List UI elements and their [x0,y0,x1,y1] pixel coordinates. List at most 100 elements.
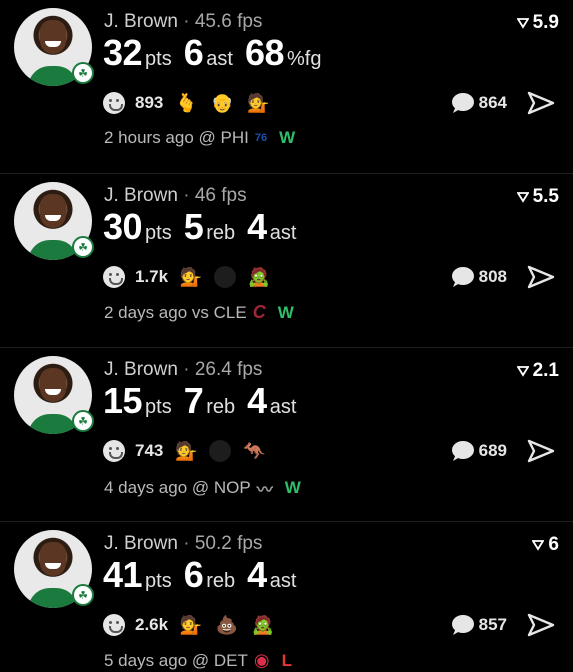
stat-points: 15 pts [103,380,172,422]
team-badge-icon: ☘ [72,410,94,432]
send-icon[interactable] [527,264,555,290]
reaction-bar: 1.7k 💁 🧟 [103,266,272,288]
player-name[interactable]: J. Brown [104,185,178,206]
comment-count[interactable]: 808 [479,267,507,287]
comment-bubble-icon[interactable] [449,614,475,636]
stat-value: 32 [103,32,143,73]
rating-value: 2.1 [532,360,559,381]
comment-group[interactable]: 864 [449,90,555,116]
stat-unit: ast [269,222,297,244]
reaction-bar: 743 💁 🦘 [103,440,267,462]
reaction-emoji[interactable]: 🧟 [246,266,272,288]
reaction-emoji[interactable]: 🦘 [241,440,267,462]
reaction-emoji[interactable]: 💁 [178,266,204,288]
stat-value: 30 [103,206,143,247]
comment-count[interactable]: 857 [479,615,507,635]
comment-count[interactable]: 864 [479,93,507,113]
stat-value: 68 [244,32,285,73]
stat-points: 30 pts [103,206,172,248]
reaction-emoji[interactable]: 🫰 [173,92,199,114]
post-card[interactable]: ☘ J. Brown · 46 fps 5.5 30 pts 5 reb 4 ast … [0,174,573,348]
post-card[interactable]: ☘ J. Brown · 45.6 fps 5.9 32 pts 6 ast 68%… [0,0,573,174]
comment-count[interactable]: 689 [479,441,507,461]
smiley-icon[interactable] [103,266,125,288]
rating-value: 6 [548,534,559,555]
player-name[interactable]: J. Brown [104,11,178,32]
reaction-placeholder-icon[interactable] [209,440,232,462]
reaction-emoji[interactable]: 💁 [173,440,199,462]
stat-unit: ast [269,396,297,418]
player-name[interactable]: J. Brown [104,359,178,380]
post-card[interactable]: ☘ J. Brown · 26.4 fps 2.1 15 pts 7 reb 4 as… [0,348,573,522]
stat-fg: 68 %fg [245,32,322,74]
stat-line: 15 pts 7 reb 4 ast [103,380,296,422]
rating-score: 6 [532,534,559,556]
stat-unit: reb [206,396,236,418]
stat-points: 32 pts [103,32,172,74]
opponent-logo-icon: C [252,302,266,322]
stat-unit: pts [145,48,172,70]
stat-unit: reb [206,222,236,244]
reaction-count[interactable]: 893 [135,93,163,113]
stat-line: 32 pts 6 ast 68 %fg [103,32,321,74]
send-icon[interactable] [527,612,555,638]
reaction-bar: 2.6k 💁 💩 🧟 [103,614,276,636]
comment-group[interactable]: 857 [449,612,555,638]
stat-rebounds: 7 reb [184,380,235,422]
stat-assists: 6 ast [184,32,233,74]
reaction-count[interactable]: 1.7k [135,267,168,287]
stat-unit: pts [145,222,172,244]
reaction-count[interactable]: 2.6k [135,615,168,635]
fps-label: 46 fps [194,185,247,206]
comment-bubble-icon[interactable] [449,92,475,114]
stat-rebounds: 5 reb [184,206,235,248]
stat-unit: ast [206,48,233,70]
stat-unit: pts [145,396,172,418]
game-time-opponent: 2 days ago vs CLE [104,302,247,322]
stat-value: 7 [183,380,204,421]
rating-score: 5.9 [516,12,559,34]
rating-icon [532,540,545,551]
stat-unit: pts [145,570,172,592]
reaction-emoji[interactable]: 💩 [214,614,240,636]
reaction-emoji[interactable]: 💁 [245,92,271,114]
post-card[interactable]: ☘ J. Brown · 50.2 fps 6 41 pts 6 reb 4 ast … [0,522,573,672]
opponent-logo-icon: ◉ [253,650,270,670]
post-header: J. Brown · 46 fps [104,185,247,207]
stat-rebounds: 6 reb [184,554,235,596]
comment-bubble-icon[interactable] [449,266,475,288]
comment-group[interactable]: 689 [449,438,555,464]
rating-icon [516,192,529,203]
game-result: L [281,650,292,670]
game-result: W [277,302,294,322]
team-badge-icon: ☘ [72,236,94,258]
stat-value: 6 [183,554,204,595]
stat-value: 4 [247,206,267,247]
send-icon[interactable] [527,438,555,464]
smiley-icon[interactable] [103,614,125,636]
separator: · [183,185,190,206]
stat-line: 30 pts 5 reb 4 ast [103,206,296,248]
team-badge-icon: ☘ [72,584,94,606]
reaction-emoji[interactable]: 🧟 [250,614,276,636]
comment-bubble-icon[interactable] [449,440,475,462]
reaction-emoji[interactable]: 💁 [178,614,204,636]
team-badge-icon: ☘ [72,62,94,84]
player-name[interactable]: J. Brown [104,533,178,554]
reaction-emoji[interactable]: 👴 [209,92,235,114]
send-icon[interactable] [527,90,555,116]
separator: · [183,533,190,554]
reaction-placeholder-icon[interactable] [214,266,237,288]
stat-value: 5 [183,206,204,247]
stat-assists: 4 ast [247,380,296,422]
smiley-icon[interactable] [103,92,125,114]
reaction-count[interactable]: 743 [135,441,163,461]
game-info: 5 days ago @ DET ◉ L [104,650,292,671]
smiley-icon[interactable] [103,440,125,462]
separator: · [183,11,190,32]
stat-line: 41 pts 6 reb 4 ast [103,554,296,596]
stat-unit: %fg [287,48,322,70]
comment-group[interactable]: 808 [449,264,555,290]
opponent-logo-icon: 76 [254,132,268,144]
separator: · [183,359,190,380]
